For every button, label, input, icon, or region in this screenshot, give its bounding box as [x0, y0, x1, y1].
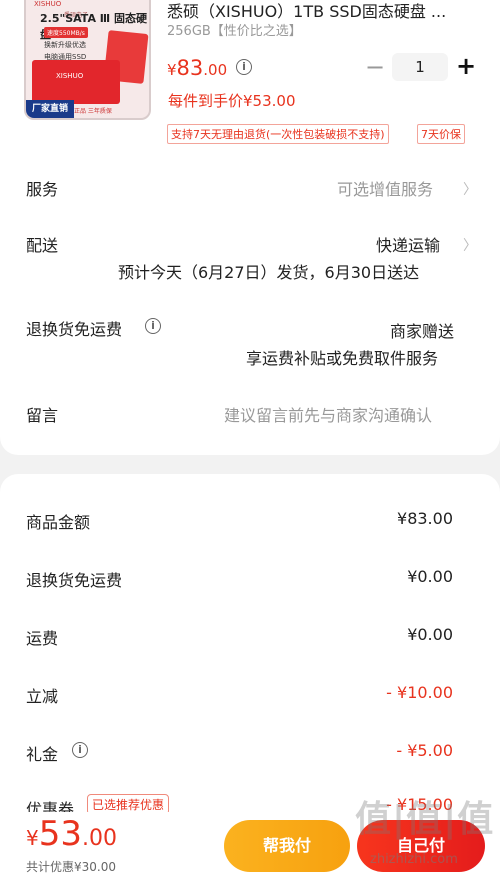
discount-label: 立减 [26, 687, 59, 706]
return-policy-tag: 支持7天无理由退货(一次性包装破损不支持) [167, 124, 389, 144]
total-integer: 53 [38, 814, 82, 854]
chevron-right-icon[interactable]: 〉 [463, 235, 477, 255]
ssd-graphic [32, 60, 120, 104]
delivery-label: 配送 [26, 236, 59, 255]
image-upgrade: 换新升级优选 [44, 41, 86, 49]
delivery-value[interactable]: 快递运输 [376, 232, 440, 256]
goods-amount-label: 商品金额 [26, 513, 91, 532]
service-label: 服务 [26, 180, 59, 199]
goods-amount-value: ¥83.00 [397, 509, 453, 528]
total-saving: 共计优惠¥30.00 [26, 860, 116, 874]
total-price: ¥53.00 [26, 814, 117, 854]
message-input[interactable]: 建议留言前先与商家沟通确认 [224, 402, 432, 426]
chevron-right-icon[interactable]: 〉 [463, 179, 477, 199]
return-shipping-value: 商家赠送 [390, 322, 455, 341]
final-unit-price: 每件到手价¥53.00 [168, 92, 296, 110]
help-me-pay-button[interactable]: 帮我付 [224, 820, 350, 872]
order-card: XISHUO 悉硕电子 2.5"SATA Ⅲ 固态硬盘 速度550MB/s 换新… [0, 0, 500, 455]
gift-value: - ¥5.00 [396, 741, 453, 760]
total-decimal: .00 [82, 826, 117, 851]
info-icon[interactable]: i [236, 59, 252, 75]
image-brand: XISHUO [34, 0, 62, 8]
total-symbol: ¥ [26, 826, 39, 850]
return-fee-label: 退换货免运费 [26, 571, 123, 590]
price-decimal: .00 [203, 61, 228, 79]
return-shipping-note: 享运费补贴或免费取件服务 [246, 349, 439, 368]
price-symbol: ¥ [167, 61, 177, 79]
price-protection-tag: 7天价保 [417, 124, 465, 144]
product-image[interactable]: XISHUO 悉硕电子 2.5"SATA Ⅲ 固态硬盘 速度550MB/s 换新… [24, 0, 151, 120]
ssd-label: XISHUO [56, 72, 84, 80]
gift-label: 礼金 [26, 745, 59, 764]
price-integer: 83 [176, 56, 204, 80]
quantity-input[interactable]: 1 [392, 53, 448, 81]
delivery-estimate: 预计今天（6月27日）发货，6月30日送达 [118, 263, 420, 282]
unit-price: ¥83.00 [167, 56, 227, 80]
message-label: 留言 [26, 406, 59, 425]
product-spec[interactable]: 256GB【性价比之选】 [167, 20, 302, 39]
quantity-plus-button[interactable]: + [454, 51, 478, 81]
factory-direct-badge: 厂家直销 [26, 100, 75, 118]
return-fee-value: ¥0.00 [407, 567, 453, 586]
service-value[interactable]: 可选增值服务 [337, 176, 433, 200]
info-icon[interactable]: i [72, 742, 88, 758]
watermark-url: zhizhizhi.com [370, 852, 458, 867]
return-shipping-label: 退换货免运费 [26, 320, 123, 339]
shipping-fee-value: ¥0.00 [407, 625, 453, 644]
product-title[interactable]: 悉硕（XISHUO）1TB SSD固态硬盘 ... [167, 0, 487, 22]
image-speed: 速度550MB/s [44, 27, 88, 38]
image-guarantee: 正品 三年质保 [74, 108, 112, 115]
info-icon[interactable]: i [145, 318, 161, 334]
quantity-minus-button[interactable]: − [364, 52, 386, 82]
discount-value: - ¥10.00 [386, 683, 453, 702]
watermark-logo: 值|值|值 [355, 799, 495, 840]
shipping-fee-label: 运费 [26, 629, 59, 648]
